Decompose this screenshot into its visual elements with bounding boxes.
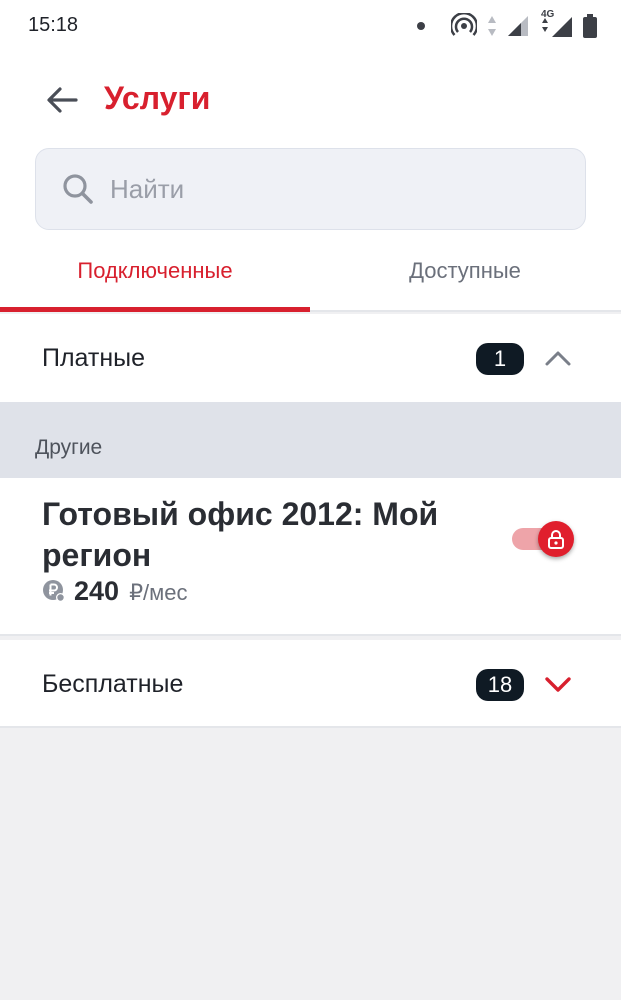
hotspot-icon [451, 13, 477, 36]
section-header-paid[interactable]: Платные 1 [0, 314, 621, 402]
free-count-badge: 18 [476, 669, 524, 701]
page-title: Услуги [104, 80, 211, 116]
app-header: Услуги [0, 52, 621, 142]
tab-active-indicator [0, 307, 310, 312]
tab-bar: Подключенные Доступные [0, 242, 621, 312]
network-4g-indicator: 4G [539, 9, 573, 39]
chevron-down-icon[interactable] [540, 666, 576, 702]
tab-connected[interactable]: Подключенные [0, 242, 310, 312]
service-name: Готовый офис 2012: Мой регион [42, 496, 439, 573]
signal-4g-icon [542, 17, 572, 37]
section-title-paid: Платные [42, 344, 146, 372]
status-time: 15:18 [28, 14, 79, 36]
battery-icon [583, 14, 597, 38]
arrow-left-icon [47, 87, 78, 113]
data-arrows-icon [488, 16, 496, 36]
service-card[interactable]: Готовый офис 2012: Мой регион 240 ₽/мес [0, 478, 621, 636]
search-section [0, 142, 621, 242]
status-bar: 15:18 4G [0, 0, 621, 52]
lock-icon [548, 530, 564, 549]
status-icons: 4G [417, 9, 597, 40]
section-header-free[interactable]: Бесплатные 18 [0, 640, 621, 728]
group-header: Другие [0, 402, 621, 478]
toggle-knob [538, 521, 574, 557]
search-icon [60, 171, 96, 207]
price-row: 240 ₽/мес [42, 576, 188, 607]
price-unit: ₽/мес [129, 580, 188, 605]
search-box[interactable] [35, 148, 586, 230]
group-label: Другие [35, 436, 103, 459]
tab-available[interactable]: Доступные [310, 242, 620, 312]
search-input[interactable] [110, 173, 530, 205]
chevron-up-icon[interactable] [540, 340, 576, 376]
back-button[interactable] [40, 78, 84, 122]
price-value: 240 [74, 576, 120, 606]
paid-count-badge: 1 [476, 343, 524, 375]
signal-icon [508, 16, 528, 36]
service-toggle[interactable] [508, 520, 584, 560]
section-title-free: Бесплатные [42, 670, 184, 698]
ruble-coin-icon [43, 580, 65, 602]
notification-dot-icon [417, 22, 425, 30]
